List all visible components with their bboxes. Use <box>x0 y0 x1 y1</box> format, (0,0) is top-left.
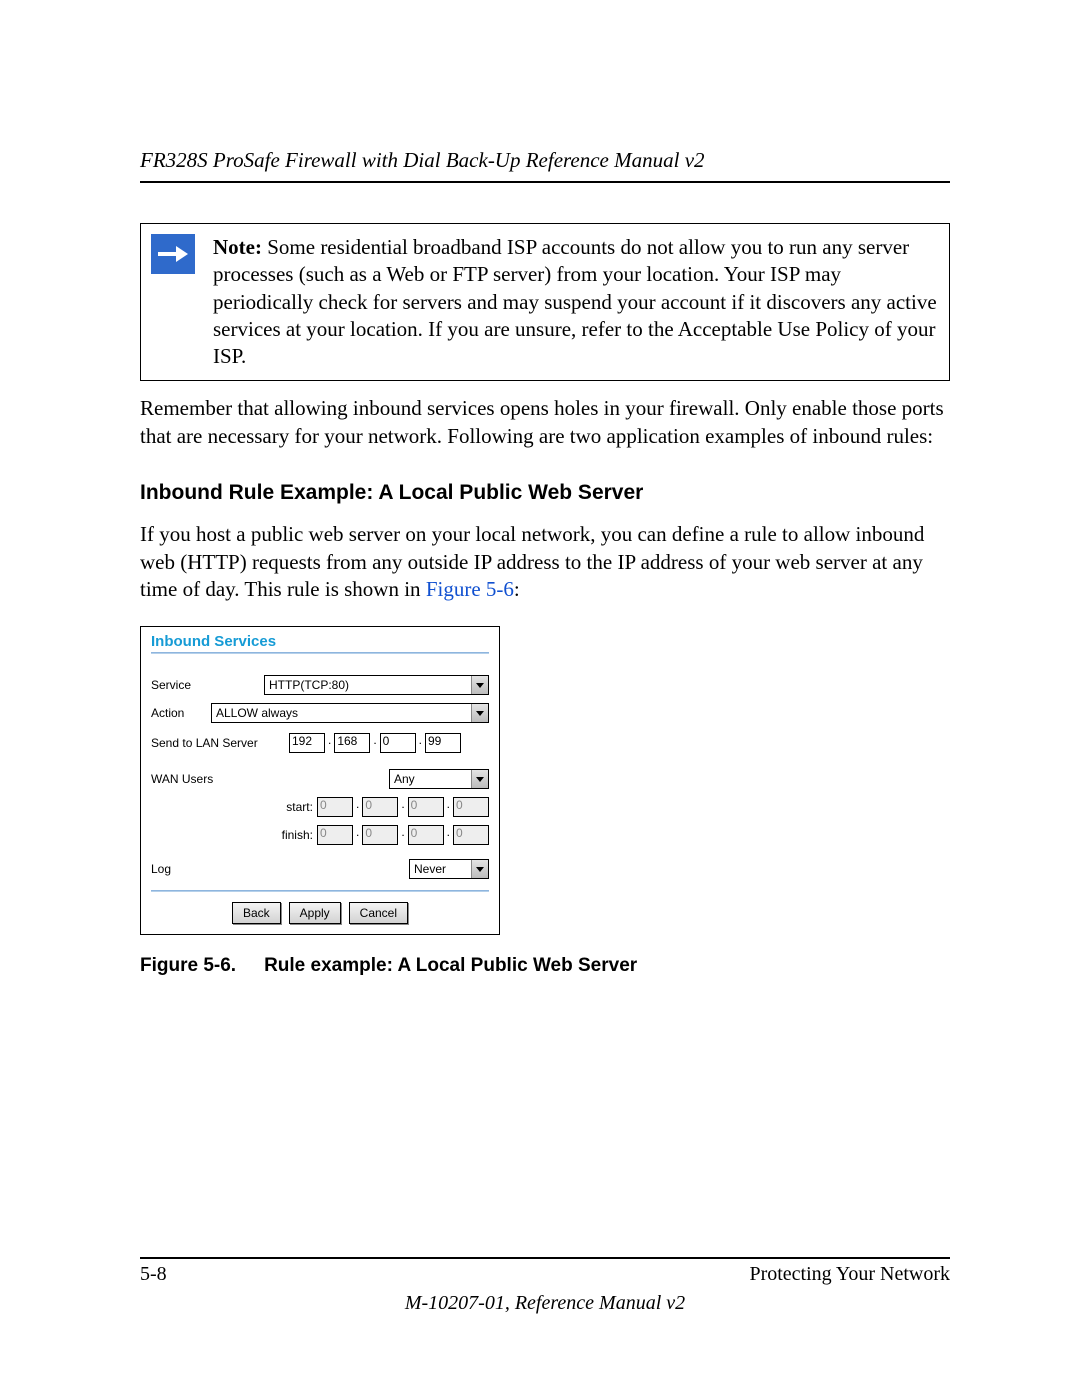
document-page: FR328S ProSafe Firewall with Dial Back-U… <box>0 0 1080 1397</box>
arrow-right-icon <box>151 234 195 274</box>
inbound-services-panel: Inbound Services Service HTTP(TCP:80) Ac… <box>140 626 500 935</box>
note-label: Note: <box>213 235 262 259</box>
note-body: Some residential broadband ISP accounts … <box>213 235 937 368</box>
figure-number: Figure 5-6. <box>140 955 236 976</box>
lan-ip-octet-4[interactable]: 99 <box>425 733 461 753</box>
finish-ip-octet-3[interactable]: 0 <box>408 825 444 845</box>
panel-divider <box>151 890 489 892</box>
chevron-down-icon <box>471 770 488 788</box>
service-select[interactable]: HTTP(TCP:80) <box>264 675 489 695</box>
figure-crossref-link[interactable]: Figure 5-6 <box>426 577 514 601</box>
footer-rule <box>140 1257 950 1259</box>
note-text: Note: Some residential broadband ISP acc… <box>213 234 937 370</box>
page-number: 5-8 <box>140 1263 167 1286</box>
label-send-to: Send to LAN Server <box>151 736 261 750</box>
log-select[interactable]: Never <box>409 859 489 879</box>
start-ip-octet-4[interactable]: 0 <box>453 797 489 817</box>
lan-ip-octet-1[interactable]: 192 <box>289 733 325 753</box>
wan-users-value: Any <box>390 772 471 786</box>
action-select-value: ALLOW always <box>212 706 471 720</box>
figure-caption-text: Rule example: A Local Public Web Server <box>264 955 637 976</box>
running-header: FR328S ProSafe Firewall with Dial Back-U… <box>140 148 950 173</box>
label-service: Service <box>151 678 261 692</box>
paragraph-intro: If you host a public web server on your … <box>140 521 950 604</box>
lan-ip-octet-3[interactable]: 0 <box>380 733 416 753</box>
start-ip-octet-3[interactable]: 0 <box>408 797 444 817</box>
manual-id: M-10207-01, Reference Manual v2 <box>140 1292 950 1315</box>
note-callout: Note: Some residential broadband ISP acc… <box>140 223 950 381</box>
chevron-down-icon <box>471 676 488 694</box>
page-footer: 5-8 Protecting Your Network M-10207-01, … <box>140 1249 950 1315</box>
finish-ip-octet-2[interactable]: 0 <box>362 825 398 845</box>
header-rule <box>140 181 950 183</box>
service-select-value: HTTP(TCP:80) <box>265 678 471 692</box>
paragraph-remember: Remember that allowing inbound services … <box>140 395 950 450</box>
section-heading: Inbound Rule Example: A Local Public Web… <box>140 481 950 505</box>
figure-caption: Figure 5-6. Rule example: A Local Public … <box>140 955 950 977</box>
finish-ip-octet-4[interactable]: 0 <box>453 825 489 845</box>
start-ip-octet-2[interactable]: 0 <box>362 797 398 817</box>
panel-title: Inbound Services <box>151 633 489 650</box>
panel-divider <box>151 652 489 654</box>
figure: Inbound Services Service HTTP(TCP:80) Ac… <box>140 626 950 977</box>
action-select[interactable]: ALLOW always <box>211 703 489 723</box>
back-button[interactable]: Back <box>232 902 281 924</box>
chevron-down-icon <box>471 860 488 878</box>
paragraph-intro-b: : <box>514 577 520 601</box>
finish-ip-octet-1[interactable]: 0 <box>317 825 353 845</box>
start-ip-group: 0. 0. 0. 0 <box>317 797 489 817</box>
start-ip-octet-1[interactable]: 0 <box>317 797 353 817</box>
chevron-down-icon <box>471 704 488 722</box>
label-finish: finish: <box>269 828 313 842</box>
lan-ip-octet-2[interactable]: 168 <box>334 733 370 753</box>
section-name: Protecting Your Network <box>749 1263 950 1286</box>
apply-button[interactable]: Apply <box>289 902 341 924</box>
label-start: start: <box>269 800 313 814</box>
label-log: Log <box>151 862 261 876</box>
label-wan-users: WAN Users <box>151 772 261 786</box>
log-select-value: Never <box>410 862 471 876</box>
wan-users-select[interactable]: Any <box>389 769 489 789</box>
finish-ip-group: 0. 0. 0. 0 <box>317 825 489 845</box>
cancel-button[interactable]: Cancel <box>349 902 408 924</box>
paragraph-intro-a: If you host a public web server on your … <box>140 522 924 601</box>
lan-ip-group: 192. 168. 0. 99 <box>289 733 461 753</box>
